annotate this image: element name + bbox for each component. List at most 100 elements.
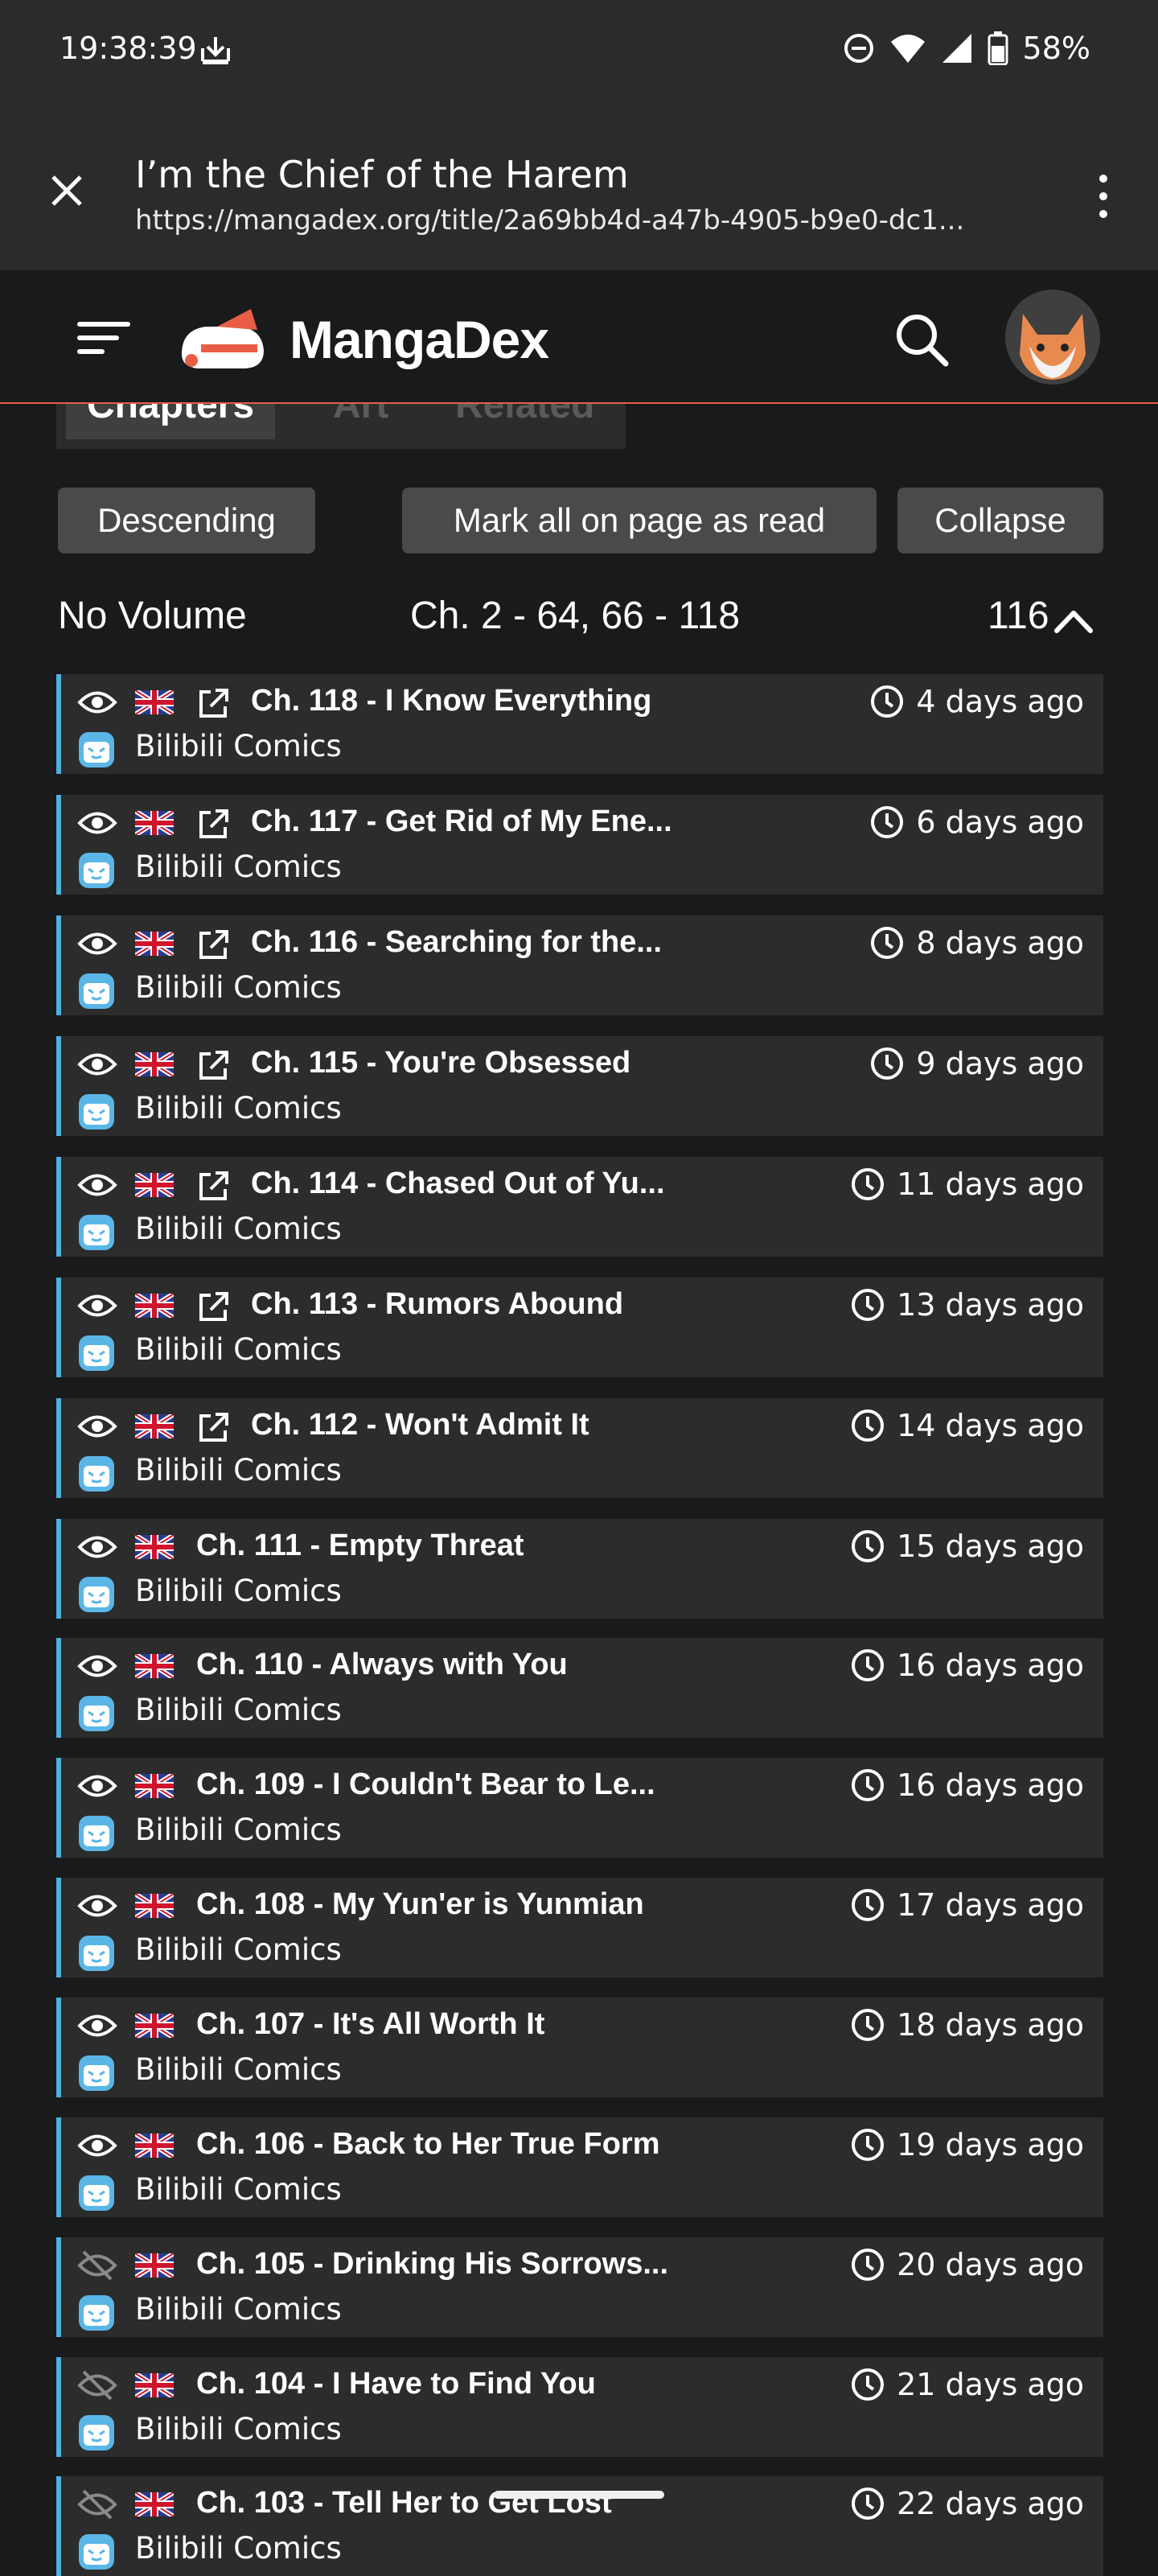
mark-all-read-button[interactable]: Mark all on page as read bbox=[402, 488, 877, 553]
chapter-row[interactable]: Ch. 108 - My Yun'er is Yunmian 17 days ag… bbox=[56, 1878, 1103, 1977]
eye-icon[interactable] bbox=[77, 1769, 117, 1803]
chapter-title[interactable]: Ch. 106 - Back to Her True Form bbox=[196, 2127, 660, 2162]
chapter-row[interactable]: Ch. 117 - Get Rid of My Ene... 6 days ago… bbox=[56, 795, 1103, 895]
gesture-home-bar[interactable] bbox=[494, 2491, 664, 2499]
chevron-up-icon[interactable] bbox=[1052, 607, 1095, 634]
scanlation-group[interactable]: Bilibili Comics bbox=[135, 2531, 342, 2566]
chapter-title[interactable]: Ch. 115 - You're Obsessed bbox=[251, 1046, 630, 1080]
chapter-title[interactable]: Ch. 111 - Empty Threat bbox=[196, 1529, 524, 1563]
uk-flag-icon bbox=[133, 1050, 175, 1079]
scanlation-group[interactable]: Bilibili Comics bbox=[135, 970, 342, 1005]
chapter-title[interactable]: Ch. 118 - I Know Everything bbox=[251, 684, 651, 718]
uk-flag-icon bbox=[133, 1652, 175, 1681]
chapter-title[interactable]: Ch. 104 - I Have to Find You bbox=[196, 2367, 596, 2401]
chapter-title[interactable]: Ch. 114 - Chased Out of Yu... bbox=[251, 1167, 665, 1201]
chapter-title[interactable]: Ch. 108 - My Yun'er is Yunmian bbox=[196, 1887, 644, 1922]
sort-order-button[interactable]: Descending bbox=[58, 488, 315, 553]
uk-flag-icon bbox=[133, 2371, 175, 2400]
chapter-title[interactable]: Ch. 117 - Get Rid of My Ene... bbox=[251, 804, 672, 839]
chapter-row[interactable]: Ch. 104 - I Have to Find You 21 days ago B… bbox=[56, 2357, 1103, 2457]
chapter-title[interactable]: Ch. 105 - Drinking His Sorrows... bbox=[196, 2247, 668, 2282]
collapse-button[interactable]: Collapse bbox=[897, 488, 1103, 553]
eye-off-icon[interactable] bbox=[77, 2368, 117, 2402]
scanlation-group[interactable]: Bilibili Comics bbox=[135, 729, 342, 763]
page-url[interactable]: https://mangadex.org/title/2a69bb4d-a47b… bbox=[135, 204, 1036, 237]
more-vert-icon[interactable] bbox=[1089, 172, 1118, 220]
scanlation-group[interactable]: Bilibili Comics bbox=[135, 2052, 342, 2087]
chapter-row[interactable]: Ch. 105 - Drinking His Sorrows... 20 days… bbox=[56, 2237, 1103, 2337]
chapter-row[interactable]: Ch. 113 - Rumors Abound 13 days ago Bilibi… bbox=[56, 1278, 1103, 1377]
bilibili-group-icon bbox=[77, 2054, 116, 2092]
chapter-time-text: 13 days ago bbox=[897, 1287, 1084, 1323]
chapter-time-text: 11 days ago bbox=[897, 1167, 1084, 1202]
eye-icon[interactable] bbox=[77, 1530, 117, 1564]
eye-off-icon[interactable] bbox=[77, 2488, 117, 2521]
search-icon[interactable] bbox=[894, 312, 949, 367]
chapter-time-text: 14 days ago bbox=[897, 1408, 1084, 1443]
uk-flag-icon bbox=[133, 2131, 175, 2160]
external-link-icon bbox=[196, 1168, 232, 1204]
eye-icon[interactable] bbox=[77, 1168, 117, 1202]
chapter-title[interactable]: Ch. 112 - Won't Admit It bbox=[251, 1408, 589, 1442]
eye-off-icon[interactable] bbox=[77, 2249, 117, 2282]
chapter-title[interactable]: Ch. 107 - It's All Worth It bbox=[196, 2007, 544, 2042]
scanlation-group[interactable]: Bilibili Comics bbox=[135, 1813, 342, 1847]
scanlation-group[interactable]: Bilibili Comics bbox=[135, 1693, 342, 1727]
external-link-icon bbox=[196, 1047, 232, 1083]
scanlation-group[interactable]: Bilibili Comics bbox=[135, 850, 342, 884]
site-navbar: MangaDex bbox=[0, 270, 1158, 404]
scanlation-group[interactable]: Bilibili Comics bbox=[135, 1091, 342, 1125]
chapter-row[interactable]: Ch. 116 - Searching for the... 8 days ago… bbox=[56, 916, 1103, 1015]
chapter-row[interactable]: Ch. 111 - Empty Threat 15 days ago Bilibil… bbox=[56, 1519, 1103, 1619]
external-link-icon bbox=[196, 1409, 232, 1445]
bilibili-group-icon bbox=[77, 1575, 116, 1614]
scanlation-group[interactable]: Bilibili Comics bbox=[135, 2292, 342, 2327]
battery-percent: 58% bbox=[1022, 31, 1090, 66]
eye-icon[interactable] bbox=[77, 2009, 117, 2043]
uk-flag-icon bbox=[133, 2490, 175, 2519]
volume-name: No Volume bbox=[58, 595, 247, 637]
chapter-row[interactable]: Ch. 106 - Back to Her True Form 19 days a… bbox=[56, 2117, 1103, 2217]
chapter-row[interactable]: Ch. 118 - I Know Everything 4 days ago Bil… bbox=[56, 674, 1103, 774]
eye-icon[interactable] bbox=[77, 1889, 117, 1923]
uk-flag-icon bbox=[133, 1772, 175, 1800]
bilibili-group-icon bbox=[77, 851, 116, 890]
chapter-time: 4 days ago bbox=[869, 684, 1084, 719]
eye-icon[interactable] bbox=[77, 806, 117, 840]
eye-icon[interactable] bbox=[77, 1649, 117, 1683]
wifi-icon bbox=[890, 35, 925, 63]
chapter-row[interactable]: Ch. 114 - Chased Out of Yu... 11 days ago… bbox=[56, 1157, 1103, 1257]
chapter-row[interactable]: Ch. 107 - It's All Worth It 18 days ago Bi… bbox=[56, 1998, 1103, 2097]
chapter-row[interactable]: Ch. 109 - I Couldn't Bear to Le... 16 day… bbox=[56, 1758, 1103, 1858]
scanlation-group[interactable]: Bilibili Comics bbox=[135, 2412, 342, 2446]
chapter-row[interactable]: Ch. 115 - You're Obsessed 9 days ago Bilib… bbox=[56, 1036, 1103, 1136]
hamburger-menu-icon[interactable] bbox=[77, 319, 133, 357]
scanlation-group[interactable]: Bilibili Comics bbox=[135, 1574, 342, 1608]
chapter-title[interactable]: Ch. 113 - Rumors Abound bbox=[251, 1287, 623, 1322]
clock-icon bbox=[850, 1767, 885, 1803]
chapter-row[interactable]: Ch. 112 - Won't Admit It 14 days ago Bilib… bbox=[56, 1398, 1103, 1498]
browser-header: I’m the Chief of the Harem https://manga… bbox=[0, 105, 1158, 270]
chapter-title[interactable]: Ch. 116 - Searching for the... bbox=[251, 925, 662, 960]
eye-icon[interactable] bbox=[77, 2129, 117, 2162]
scanlation-group[interactable]: Bilibili Comics bbox=[135, 1332, 342, 1367]
close-icon[interactable] bbox=[45, 169, 88, 212]
chapter-title[interactable]: Ch. 110 - Always with You bbox=[196, 1648, 568, 1682]
scanlation-group[interactable]: Bilibili Comics bbox=[135, 2172, 342, 2207]
clock-icon bbox=[850, 2247, 885, 2282]
scanlation-group[interactable]: Bilibili Comics bbox=[135, 1453, 342, 1488]
mangadex-logo[interactable] bbox=[174, 298, 270, 378]
eye-icon[interactable] bbox=[77, 1047, 117, 1081]
chapter-row[interactable]: Ch. 110 - Always with You 16 days ago Bili… bbox=[56, 1638, 1103, 1738]
brand-name[interactable]: MangaDex bbox=[290, 309, 549, 370]
chapter-time: 16 days ago bbox=[850, 1767, 1084, 1803]
clock-icon bbox=[850, 2127, 885, 2162]
eye-icon[interactable] bbox=[77, 1289, 117, 1323]
scanlation-group[interactable]: Bilibili Comics bbox=[135, 1932, 342, 1967]
avatar[interactable] bbox=[1005, 290, 1100, 385]
eye-icon[interactable] bbox=[77, 685, 117, 719]
chapter-title[interactable]: Ch. 109 - I Couldn't Bear to Le... bbox=[196, 1767, 655, 1802]
scanlation-group[interactable]: Bilibili Comics bbox=[135, 1212, 342, 1246]
eye-icon[interactable] bbox=[77, 1409, 117, 1443]
eye-icon[interactable] bbox=[77, 927, 117, 961]
